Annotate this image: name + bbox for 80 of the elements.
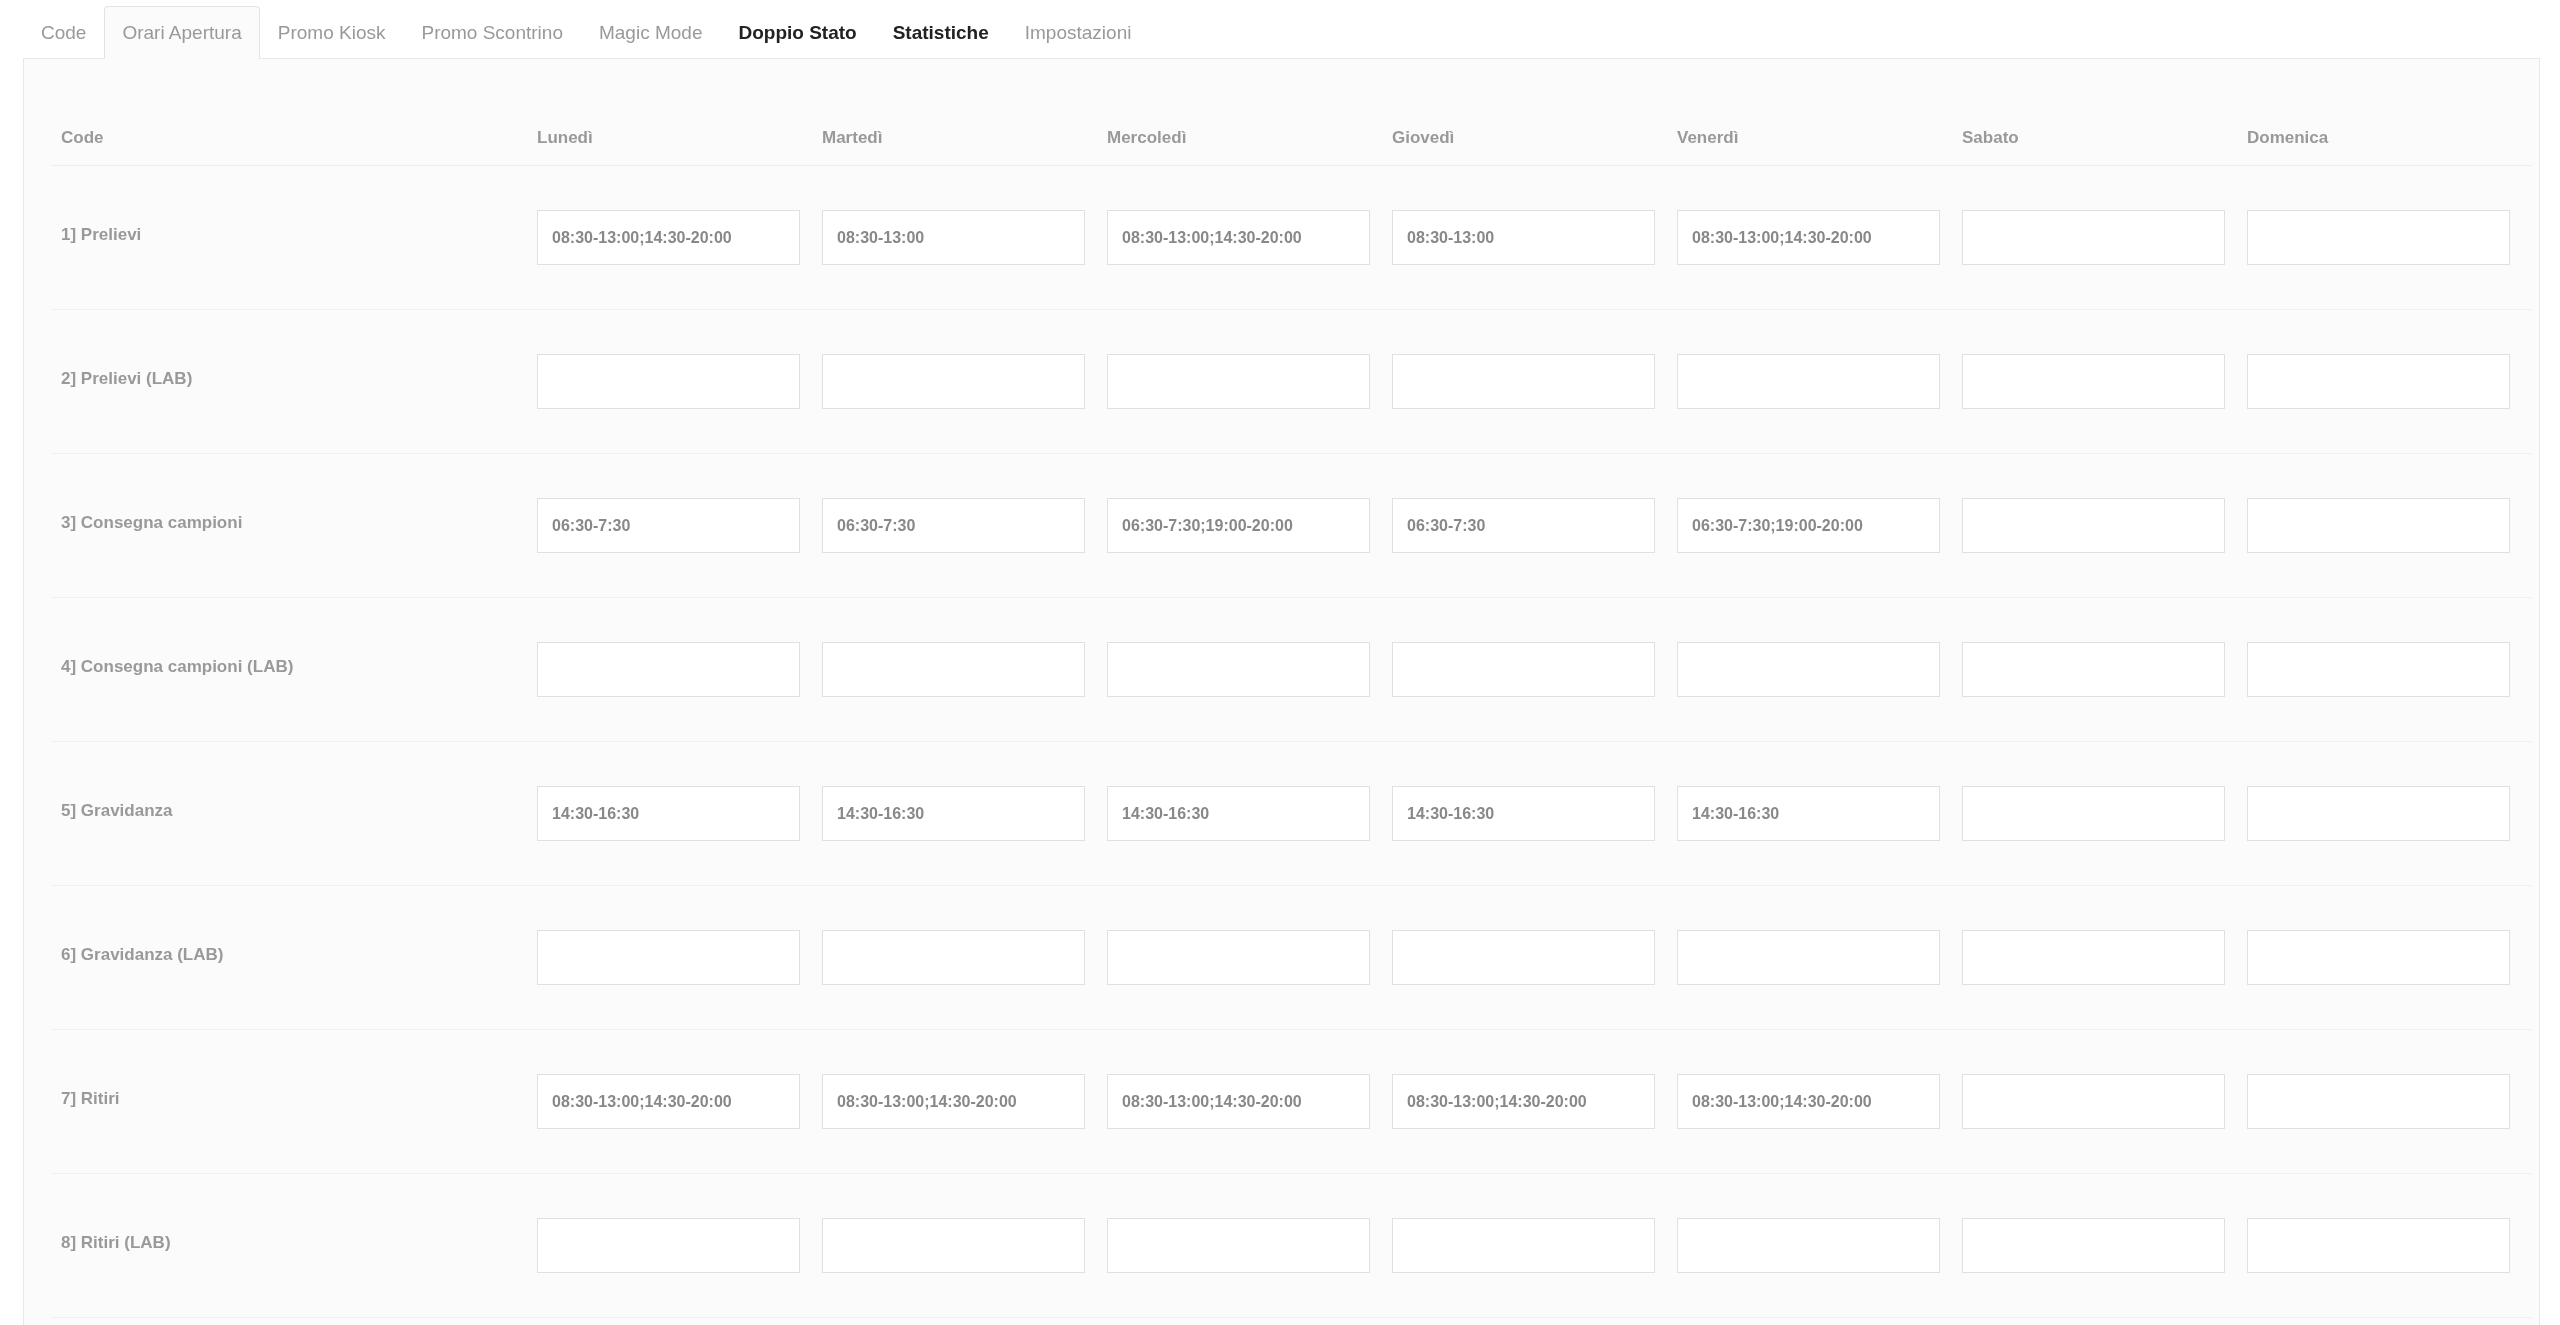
tab[interactable]: Promo Scontrino xyxy=(403,6,581,58)
hours-field[interactable] xyxy=(1677,354,1940,409)
column-header: Code xyxy=(61,128,104,148)
column-header: Martedì xyxy=(822,128,883,148)
hours-field[interactable] xyxy=(822,930,1085,985)
hours-field[interactable] xyxy=(537,354,800,409)
hours-field[interactable]: 14:30-16:30 xyxy=(1677,786,1940,841)
tab[interactable]: Doppio Stato xyxy=(720,6,875,58)
hours-field[interactable] xyxy=(1962,786,2225,841)
hours-field[interactable] xyxy=(1677,930,1940,985)
hours-field[interactable] xyxy=(1677,1218,1940,1273)
hours-field[interactable]: 08:30-13:00;14:30-20:00 xyxy=(537,1074,800,1129)
column-header: Sabato xyxy=(1962,128,2019,148)
hours-field[interactable] xyxy=(1962,930,2225,985)
hours-field[interactable] xyxy=(2247,1074,2510,1129)
hours-field[interactable] xyxy=(1392,930,1655,985)
hours-field[interactable] xyxy=(822,1218,1085,1273)
hours-field[interactable]: 08:30-13:00;14:30-20:00 xyxy=(1392,1074,1655,1129)
hours-field[interactable] xyxy=(1107,354,1370,409)
column-header: Venerdì xyxy=(1677,128,1739,148)
tab[interactable]: Magic Mode xyxy=(580,6,721,58)
hours-field[interactable] xyxy=(2247,642,2510,697)
tab[interactable]: Statistiche xyxy=(874,6,1007,58)
hours-field[interactable] xyxy=(1677,642,1940,697)
tab[interactable]: Impostazioni xyxy=(1006,6,1150,58)
hours-field[interactable] xyxy=(537,930,800,985)
hours-field[interactable]: 08:30-13:00;14:30-20:00 xyxy=(1677,1074,1940,1129)
tab[interactable]: Promo Kiosk xyxy=(259,6,404,58)
hours-field[interactable] xyxy=(822,642,1085,697)
column-header: Mercoledì xyxy=(1107,128,1187,148)
hours-field[interactable] xyxy=(2247,354,2510,409)
hours-field[interactable]: 14:30-16:30 xyxy=(1107,786,1370,841)
hours-field[interactable] xyxy=(2247,1218,2510,1273)
row-label: 8] Ritiri (LAB) xyxy=(60,1232,171,1253)
hours-field[interactable] xyxy=(537,642,800,697)
hours-field[interactable] xyxy=(1392,1218,1655,1273)
hours-field[interactable]: 06:30-7:30;19:00-20:00 xyxy=(1107,498,1370,553)
hours-field[interactable]: 08:30-13:00;14:30-20:00 xyxy=(1107,1074,1370,1129)
hours-field[interactable]: 08:30-13:00;14:30-20:00 xyxy=(537,210,800,265)
tab[interactable]: Orari Apertura xyxy=(104,6,260,59)
hours-field[interactable] xyxy=(1962,498,2225,553)
hours-field[interactable] xyxy=(1962,210,2225,265)
row-label: 6] Gravidanza (LAB) xyxy=(60,944,224,965)
hours-field[interactable] xyxy=(2247,786,2510,841)
hours-field[interactable]: 14:30-16:30 xyxy=(1392,786,1655,841)
row-label: 3] Consegna campioni xyxy=(60,512,243,533)
row-label: 5] Gravidanza xyxy=(60,800,173,821)
hours-field[interactable]: 08:30-13:00;14:30-20:00 xyxy=(1107,210,1370,265)
hours-field[interactable] xyxy=(1107,642,1370,697)
hours-field[interactable]: 14:30-16:30 xyxy=(822,786,1085,841)
hours-field[interactable] xyxy=(1392,642,1655,697)
hours-field[interactable]: 08:30-13:00;14:30-20:00 xyxy=(822,1074,1085,1129)
hours-field[interactable]: 08:30-13:00;14:30-20:00 xyxy=(1677,210,1940,265)
hours-field[interactable] xyxy=(2247,498,2510,553)
row-label: 1] Prelievi xyxy=(60,224,142,245)
hours-field[interactable] xyxy=(1962,642,2225,697)
hours-field[interactable] xyxy=(1107,930,1370,985)
hours-field[interactable] xyxy=(2247,930,2510,985)
hours-field[interactable] xyxy=(1962,1074,2225,1129)
hours-field[interactable] xyxy=(537,1218,800,1273)
hours-field[interactable] xyxy=(1962,1218,2225,1273)
tab[interactable]: Code xyxy=(23,6,105,58)
row-label: 2] Prelievi (LAB) xyxy=(60,368,193,389)
hours-field[interactable] xyxy=(1107,1218,1370,1273)
hours-field[interactable] xyxy=(1962,354,2225,409)
hours-field[interactable]: 06:30-7:30 xyxy=(822,498,1085,553)
row-label: 4] Consegna campioni (LAB) xyxy=(60,656,294,677)
hours-field[interactable]: 06:30-7:30 xyxy=(1392,498,1655,553)
column-header: Lunedì xyxy=(537,128,593,148)
column-header: Giovedì xyxy=(1392,128,1455,148)
hours-field[interactable]: 08:30-13:00 xyxy=(1392,210,1655,265)
hours-field[interactable] xyxy=(1392,354,1655,409)
hours-field[interactable] xyxy=(822,354,1085,409)
hours-field[interactable]: 06:30-7:30;19:00-20:00 xyxy=(1677,498,1940,553)
hours-field[interactable]: 06:30-7:30 xyxy=(537,498,800,553)
row-label: 7] Ritiri xyxy=(60,1088,120,1109)
hours-field[interactable] xyxy=(2247,210,2510,265)
hours-field[interactable]: 08:30-13:00 xyxy=(822,210,1085,265)
hours-field[interactable]: 14:30-16:30 xyxy=(537,786,800,841)
column-header: Domenica xyxy=(2247,128,2329,148)
